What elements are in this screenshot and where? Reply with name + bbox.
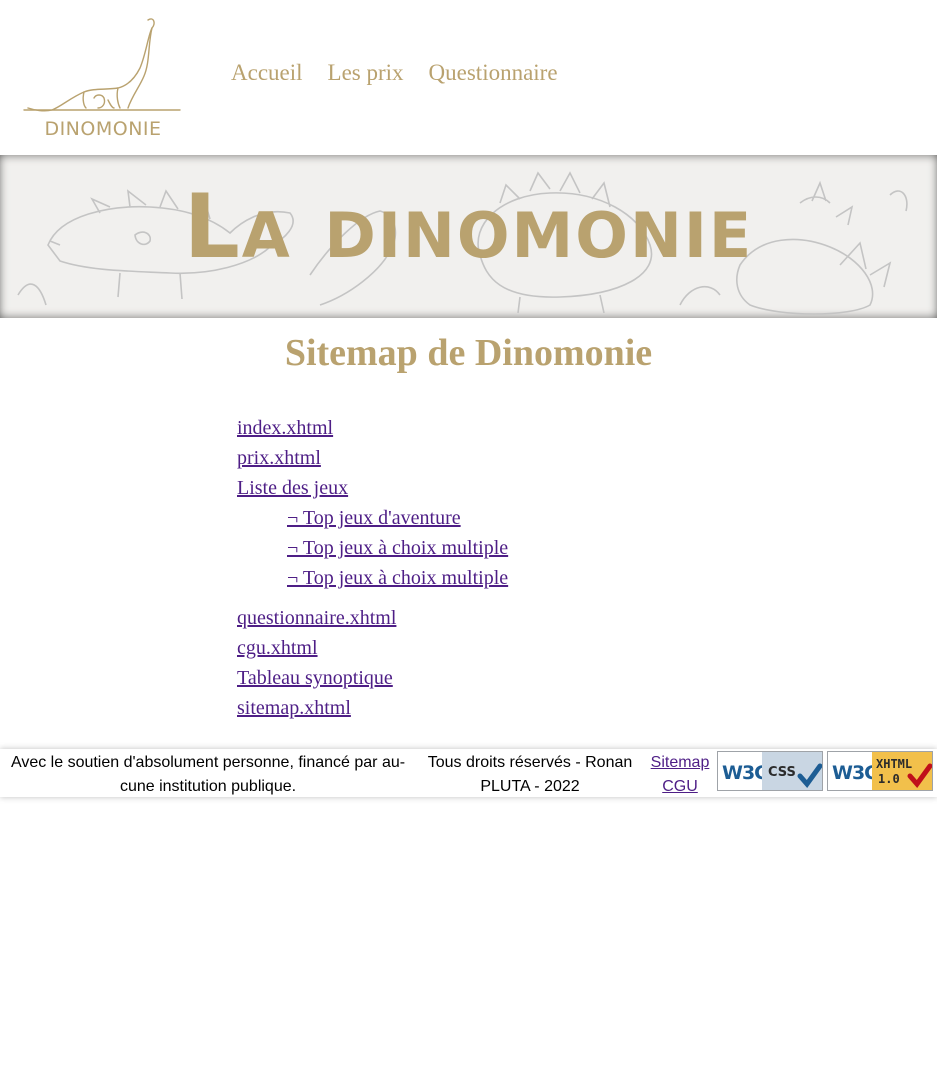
hero-banner: La dinomonie bbox=[0, 155, 937, 318]
nav-link-accueil[interactable]: Accueil bbox=[231, 58, 303, 88]
sitemap-link-sitemap[interactable]: sitemap.xhtml bbox=[237, 693, 508, 723]
site-header: DINOMONIE Accueil Les prix Questionnaire bbox=[0, 0, 937, 155]
logo-text: DINOMONIE bbox=[44, 118, 161, 140]
footer-sitemap-link[interactable]: Sitemap bbox=[646, 751, 714, 775]
w3c-css-badge-label: CSS bbox=[768, 765, 796, 780]
nav-link-questionnaire[interactable]: Questionnaire bbox=[429, 58, 558, 88]
dinomonie-logo[interactable]: DINOMONIE bbox=[22, 14, 184, 140]
footer-support-text: Avec le soutien d'absolument personne, f… bbox=[10, 754, 406, 795]
main-nav: Accueil Les prix Questionnaire bbox=[231, 58, 558, 88]
w3c-xhtml-badge-version: 1.0 bbox=[878, 772, 900, 786]
w3c-xhtml-logo-text: W3C bbox=[832, 762, 877, 784]
w3c-css-valid-badge[interactable]: W3C CSS bbox=[717, 751, 823, 791]
sitemap-link-questionnaire[interactable]: questionnaire.xhtml bbox=[237, 603, 508, 633]
sitemap-sublist: ¬ Top jeux d'aventure ¬ Top jeux à choix… bbox=[237, 503, 508, 593]
sitemap-sublink-top-aventure[interactable]: ¬ Top jeux d'aventure bbox=[287, 503, 508, 533]
page-title: Sitemap de Dinomonie bbox=[284, 332, 653, 374]
site-footer: Avec le soutien d'absolument personne, f… bbox=[0, 749, 937, 797]
sitemap-link-liste-des-jeux[interactable]: Liste des jeux bbox=[237, 473, 508, 503]
sitemap-link-cgu[interactable]: cgu.xhtml bbox=[237, 633, 508, 663]
footer-copyright: Tous droits réservés - Ronan PLUTA - 202… bbox=[427, 754, 633, 795]
banner-title: La dinomonie bbox=[183, 175, 754, 278]
footer-cgu-link[interactable]: CGU bbox=[646, 775, 714, 799]
nav-link-les-prix[interactable]: Les prix bbox=[328, 58, 404, 88]
sitemap-sublink-top-choix-multiple[interactable]: ¬ Top jeux à choix multiple bbox=[287, 533, 508, 563]
w3c-xhtml-valid-badge[interactable]: W3C XHTML 1.0 bbox=[827, 751, 933, 791]
w3c-css-logo-text: W3C bbox=[722, 762, 767, 784]
sitemap-link-tableau-synoptique[interactable]: Tableau synoptique bbox=[237, 663, 508, 693]
sitemap-link-index[interactable]: index.xhtml bbox=[237, 413, 508, 443]
sitemap-sublink-top-choix-multiple-2[interactable]: ¬ Top jeux à choix multiple bbox=[287, 563, 508, 593]
sitemap-list: index.xhtml prix.xhtml Liste des jeux ¬ … bbox=[237, 413, 508, 723]
w3c-xhtml-badge-label: XHTML bbox=[876, 757, 912, 771]
footer-links: Sitemap CGU bbox=[646, 751, 714, 799]
sitemap-link-prix[interactable]: prix.xhtml bbox=[237, 443, 508, 473]
